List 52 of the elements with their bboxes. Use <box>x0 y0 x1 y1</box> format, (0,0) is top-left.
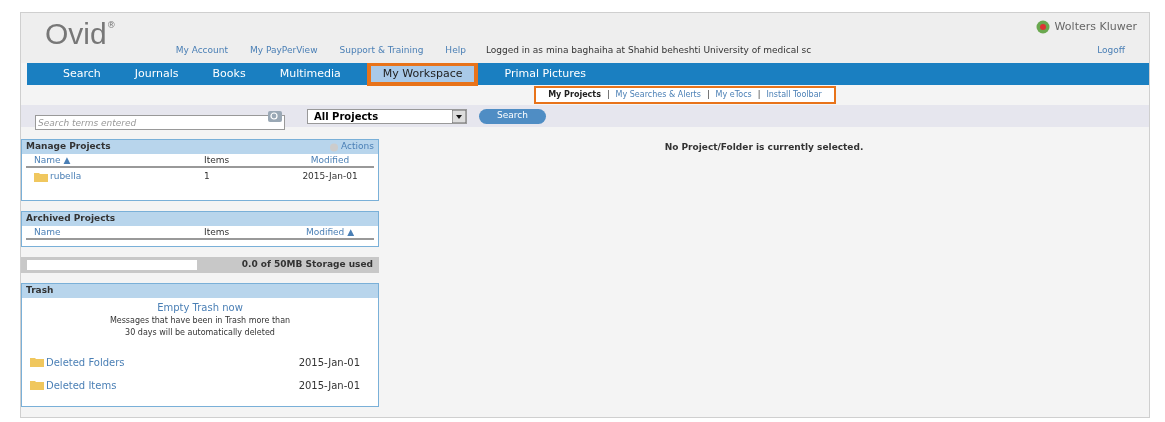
trash-note: Messages that have been in Trash more than <box>109 315 291 327</box>
table-cell-text: 2015-Jan-01 <box>298 379 361 393</box>
table-cell-text: 2015-Jan-01 <box>298 356 361 370</box>
column-header[interactable]: Modified ▲ <box>294 226 366 240</box>
storage-label: 0.0 of 50MB Storage used <box>241 258 373 272</box>
column-header[interactable]: Name ▲ <box>34 154 204 168</box>
registered-mark: ® <box>106 19 116 32</box>
status-message: No Project/Folder is currently selected. <box>664 141 864 154</box>
panel-title: Archived Projects <box>26 212 116 226</box>
search-button[interactable]: Search <box>479 108 546 124</box>
folder-icon <box>34 172 48 182</box>
globe-logo-icon <box>1034 20 1051 35</box>
header-link[interactable]: Help <box>445 43 466 57</box>
caret-icon <box>452 109 466 123</box>
project-link[interactable]: rubella <box>50 170 82 184</box>
search-icon[interactable] <box>268 110 282 122</box>
column-header[interactable]: Name <box>34 226 204 240</box>
header-link[interactable]: My PayPerView <box>250 43 318 57</box>
nav-tab[interactable]: Journals <box>124 65 189 83</box>
subnav-tab[interactable]: Install Toolbar <box>766 89 822 101</box>
separator: | <box>757 89 761 101</box>
actions-link[interactable]: Actions <box>341 140 374 154</box>
column-header[interactable]: Items <box>204 154 294 168</box>
separator: | <box>706 89 710 101</box>
header-link[interactable]: My Account <box>175 43 228 57</box>
subnav-tab[interactable]: My Projects <box>548 89 601 101</box>
panel-title: Manage Projects <box>26 140 111 154</box>
subnav-tab[interactable]: My Searches & Alerts <box>615 89 701 101</box>
column-header[interactable]: Items <box>204 226 294 240</box>
column-header[interactable]: Modified <box>294 154 366 168</box>
nav-tab[interactable]: Books <box>202 65 256 83</box>
panel-title: Trash <box>26 284 54 298</box>
separator: | <box>606 89 610 101</box>
nav-tab[interactable]: Search <box>53 65 111 83</box>
brand-name: Wolters Kluwer <box>1054 19 1137 35</box>
trash-note: 30 days will be automatically deleted <box>125 327 275 339</box>
header-link[interactable]: Support & Training <box>339 43 424 57</box>
logoff-link[interactable]: Logoff <box>1097 43 1125 57</box>
login-status: Logged in as mina baghaiha at Shahid beheshti University of medical sc <box>485 43 812 57</box>
table-cell-text: 2015-Jan-01 <box>301 170 359 184</box>
empty-trash-link[interactable]: Empty Trash now <box>157 300 243 315</box>
trash-folder-link[interactable]: Deleted Folders <box>46 355 125 370</box>
scope-dropdown[interactable]: All Projects <box>307 108 467 124</box>
folder-icon <box>30 381 44 390</box>
search-field[interactable]: Search terms entered <box>35 115 285 130</box>
nav-tab[interactable]: Primal Pictures <box>494 65 597 83</box>
subnav-tab[interactable]: My eTocs <box>715 89 752 101</box>
folder-icon <box>30 358 44 367</box>
nav-tab[interactable]: Multimedia <box>269 65 351 83</box>
trash-folder-link[interactable]: Deleted Items <box>46 378 117 393</box>
ovid-logo: Ovid <box>45 19 107 49</box>
table-cell-text: 1 <box>204 170 211 184</box>
